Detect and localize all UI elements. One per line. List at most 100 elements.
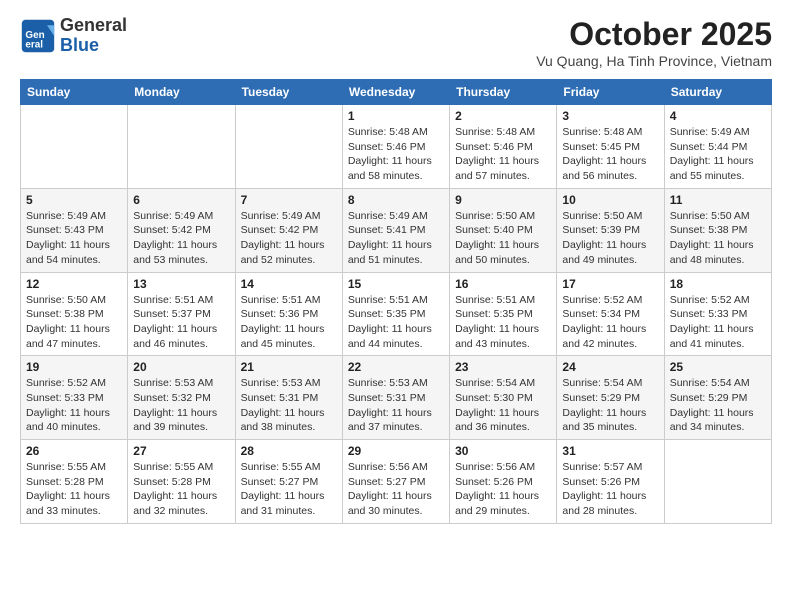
- day-info: Sunrise: 5:51 AM Sunset: 5:37 PM Dayligh…: [133, 293, 229, 352]
- day-number: 22: [348, 360, 444, 374]
- calendar-cell: 16 Sunrise: 5:51 AM Sunset: 5:35 PM Dayli…: [450, 272, 557, 356]
- calendar-subtitle: Vu Quang, Ha Tinh Province, Vietnam: [536, 53, 772, 69]
- day-info: Sunrise: 5:48 AM Sunset: 5:45 PM Dayligh…: [562, 125, 658, 184]
- column-header-wednesday: Wednesday: [342, 80, 449, 105]
- calendar-cell: 12 Sunrise: 5:50 AM Sunset: 5:38 PM Dayli…: [21, 272, 128, 356]
- calendar-cell: 28 Sunrise: 5:55 AM Sunset: 5:27 PM Dayli…: [235, 440, 342, 524]
- day-number: 20: [133, 360, 229, 374]
- day-number: 12: [26, 277, 122, 291]
- day-info: Sunrise: 5:49 AM Sunset: 5:44 PM Dayligh…: [670, 125, 766, 184]
- logo-line1: General: [60, 15, 127, 35]
- calendar-cell: 13 Sunrise: 5:51 AM Sunset: 5:37 PM Dayli…: [128, 272, 235, 356]
- calendar-week-row: 1 Sunrise: 5:48 AM Sunset: 5:46 PM Daylig…: [21, 105, 772, 189]
- column-header-friday: Friday: [557, 80, 664, 105]
- day-number: 29: [348, 444, 444, 458]
- calendar-cell: 2 Sunrise: 5:48 AM Sunset: 5:46 PM Daylig…: [450, 105, 557, 189]
- day-info: Sunrise: 5:55 AM Sunset: 5:28 PM Dayligh…: [133, 460, 229, 519]
- calendar-week-row: 26 Sunrise: 5:55 AM Sunset: 5:28 PM Dayli…: [21, 440, 772, 524]
- day-number: 31: [562, 444, 658, 458]
- calendar-cell: 10Sunrise: 5:50 AM Sunset: 5:39 PM Dayli…: [557, 188, 664, 272]
- day-number: 27: [133, 444, 229, 458]
- calendar-cell: 23Sunrise: 5:54 AM Sunset: 5:30 PM Dayli…: [450, 356, 557, 440]
- calendar-cell: [664, 440, 771, 524]
- calendar-cell: 26Sunrise: 5:55 AM Sunset: 5:28 PM Dayli…: [21, 440, 128, 524]
- calendar-header-row: SundayMondayTuesdayWednesdayThursdayFrid…: [21, 80, 772, 105]
- column-header-sunday: Sunday: [21, 80, 128, 105]
- calendar-cell: 14 Sunrise: 5:51 AM Sunset: 5:36 PM Dayli…: [235, 272, 342, 356]
- day-info: Sunrise: 5:53 AM Sunset: 5:32 PM Dayligh…: [133, 376, 229, 435]
- calendar-cell: 22 Sunrise: 5:53 AM Sunset: 5:31 PM Dayli…: [342, 356, 449, 440]
- day-info: Sunrise: 5:52 AM Sunset: 5:34 PM Dayligh…: [562, 293, 658, 352]
- calendar-week-row: 5Sunrise: 5:49 AM Sunset: 5:43 PM Daylig…: [21, 188, 772, 272]
- day-number: 13: [133, 277, 229, 291]
- day-number: 26: [26, 444, 122, 458]
- column-header-thursday: Thursday: [450, 80, 557, 105]
- calendar-cell: 15 Sunrise: 5:51 AM Sunset: 5:35 PM Dayli…: [342, 272, 449, 356]
- calendar-cell: 17 Sunrise: 5:52 AM Sunset: 5:34 PM Dayli…: [557, 272, 664, 356]
- day-number: 16: [455, 277, 551, 291]
- day-info: Sunrise: 5:50 AM Sunset: 5:38 PM Dayligh…: [26, 293, 122, 352]
- calendar-table: SundayMondayTuesdayWednesdayThursdayFrid…: [20, 79, 772, 524]
- day-number: 8: [348, 193, 444, 207]
- svg-text:eral: eral: [25, 39, 43, 50]
- calendar-cell: 7 Sunrise: 5:49 AM Sunset: 5:42 PM Daylig…: [235, 188, 342, 272]
- day-number: 25: [670, 360, 766, 374]
- calendar-cell: [235, 105, 342, 189]
- day-info: Sunrise: 5:52 AM Sunset: 5:33 PM Dayligh…: [670, 293, 766, 352]
- calendar-week-row: 12 Sunrise: 5:50 AM Sunset: 5:38 PM Dayli…: [21, 272, 772, 356]
- page-header: Gen eral General Blue October 2025 Vu Qu…: [20, 16, 772, 69]
- day-number: 30: [455, 444, 551, 458]
- calendar-cell: 20 Sunrise: 5:53 AM Sunset: 5:32 PM Dayli…: [128, 356, 235, 440]
- day-number: 14: [241, 277, 337, 291]
- calendar-cell: 21 Sunrise: 5:53 AM Sunset: 5:31 PM Dayli…: [235, 356, 342, 440]
- calendar-cell: 25Sunrise: 5:54 AM Sunset: 5:29 PM Dayli…: [664, 356, 771, 440]
- day-number: 15: [348, 277, 444, 291]
- calendar-cell: 8 Sunrise: 5:49 AM Sunset: 5:41 PM Daylig…: [342, 188, 449, 272]
- calendar-cell: 30 Sunrise: 5:56 AM Sunset: 5:26 PM Dayli…: [450, 440, 557, 524]
- column-header-tuesday: Tuesday: [235, 80, 342, 105]
- day-number: 23: [455, 360, 551, 374]
- day-number: 28: [241, 444, 337, 458]
- day-number: 1: [348, 109, 444, 123]
- day-info: Sunrise: 5:52 AM Sunset: 5:33 PM Dayligh…: [26, 376, 122, 435]
- day-number: 21: [241, 360, 337, 374]
- day-number: 17: [562, 277, 658, 291]
- day-number: 18: [670, 277, 766, 291]
- calendar-cell: 29 Sunrise: 5:56 AM Sunset: 5:27 PM Dayli…: [342, 440, 449, 524]
- day-info: Sunrise: 5:51 AM Sunset: 5:36 PM Dayligh…: [241, 293, 337, 352]
- calendar-cell: 19Sunrise: 5:52 AM Sunset: 5:33 PM Dayli…: [21, 356, 128, 440]
- title-block: October 2025 Vu Quang, Ha Tinh Province,…: [536, 16, 772, 69]
- day-number: 7: [241, 193, 337, 207]
- day-number: 5: [26, 193, 122, 207]
- day-info: Sunrise: 5:55 AM Sunset: 5:27 PM Dayligh…: [241, 460, 337, 519]
- day-info: Sunrise: 5:49 AM Sunset: 5:41 PM Dayligh…: [348, 209, 444, 268]
- day-info: Sunrise: 5:51 AM Sunset: 5:35 PM Dayligh…: [455, 293, 551, 352]
- day-info: Sunrise: 5:56 AM Sunset: 5:26 PM Dayligh…: [455, 460, 551, 519]
- day-info: Sunrise: 5:53 AM Sunset: 5:31 PM Dayligh…: [348, 376, 444, 435]
- day-number: 9: [455, 193, 551, 207]
- day-info: Sunrise: 5:49 AM Sunset: 5:42 PM Dayligh…: [241, 209, 337, 268]
- calendar-cell: 4Sunrise: 5:49 AM Sunset: 5:44 PM Daylig…: [664, 105, 771, 189]
- logo-line2: Blue: [60, 35, 99, 55]
- calendar-cell: 18 Sunrise: 5:52 AM Sunset: 5:33 PM Dayli…: [664, 272, 771, 356]
- day-number: 6: [133, 193, 229, 207]
- column-header-monday: Monday: [128, 80, 235, 105]
- calendar-cell: 27 Sunrise: 5:55 AM Sunset: 5:28 PM Dayli…: [128, 440, 235, 524]
- day-info: Sunrise: 5:48 AM Sunset: 5:46 PM Dayligh…: [455, 125, 551, 184]
- day-number: 2: [455, 109, 551, 123]
- calendar-cell: 3Sunrise: 5:48 AM Sunset: 5:45 PM Daylig…: [557, 105, 664, 189]
- day-info: Sunrise: 5:50 AM Sunset: 5:40 PM Dayligh…: [455, 209, 551, 268]
- calendar-cell: 5Sunrise: 5:49 AM Sunset: 5:43 PM Daylig…: [21, 188, 128, 272]
- day-info: Sunrise: 5:51 AM Sunset: 5:35 PM Dayligh…: [348, 293, 444, 352]
- day-info: Sunrise: 5:56 AM Sunset: 5:27 PM Dayligh…: [348, 460, 444, 519]
- calendar-title: October 2025: [536, 16, 772, 53]
- calendar-week-row: 19Sunrise: 5:52 AM Sunset: 5:33 PM Dayli…: [21, 356, 772, 440]
- column-header-saturday: Saturday: [664, 80, 771, 105]
- day-info: Sunrise: 5:50 AM Sunset: 5:38 PM Dayligh…: [670, 209, 766, 268]
- day-info: Sunrise: 5:53 AM Sunset: 5:31 PM Dayligh…: [241, 376, 337, 435]
- logo-icon: Gen eral: [20, 18, 56, 54]
- calendar-cell: 1Sunrise: 5:48 AM Sunset: 5:46 PM Daylig…: [342, 105, 449, 189]
- day-info: Sunrise: 5:54 AM Sunset: 5:29 PM Dayligh…: [562, 376, 658, 435]
- calendar-cell: [21, 105, 128, 189]
- calendar-cell: 6Sunrise: 5:49 AM Sunset: 5:42 PM Daylig…: [128, 188, 235, 272]
